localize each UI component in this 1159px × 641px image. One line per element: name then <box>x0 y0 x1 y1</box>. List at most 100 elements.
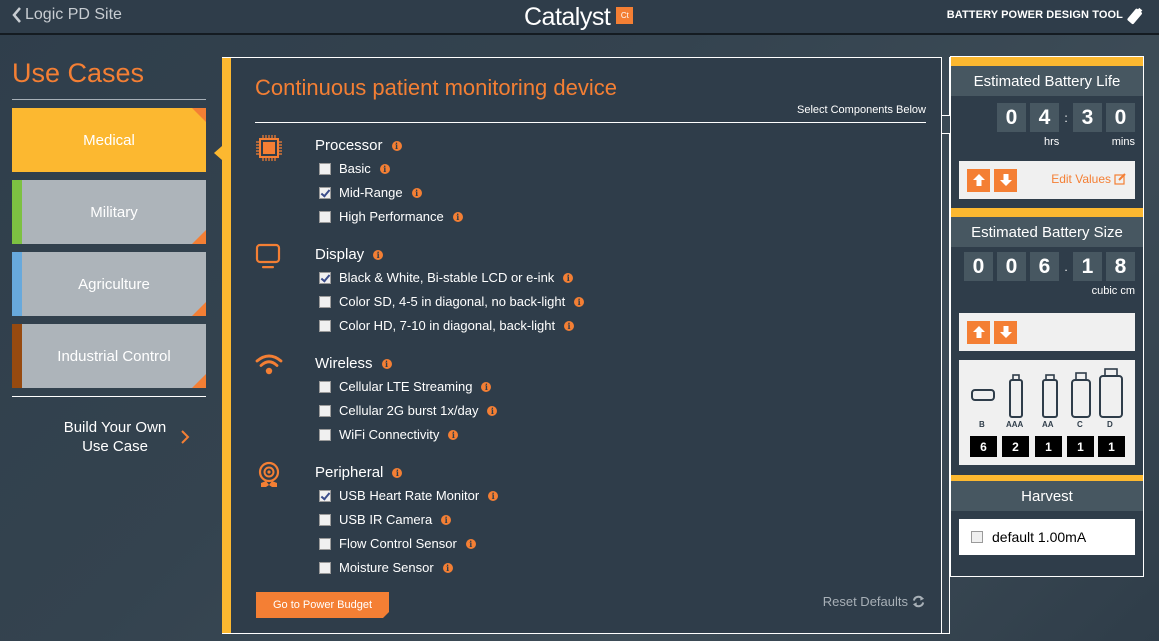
decimal-separator: . <box>1064 259 1068 274</box>
info-icon[interactable]: i <box>379 163 390 174</box>
option-color-sd[interactable]: Color SD, 4-5 in diagonal, no back-light… <box>319 294 585 309</box>
checkbox[interactable] <box>971 531 983 543</box>
option-label: Flow Control Sensor <box>339 536 457 551</box>
option-high-performance[interactable]: High Performance i <box>319 209 463 224</box>
option-label: Basic <box>339 161 371 176</box>
corner-tab <box>192 230 206 244</box>
checkbox[interactable] <box>319 537 331 550</box>
option-mid-range[interactable]: Mid-Range i <box>319 185 422 200</box>
sidebar-divider <box>12 396 206 397</box>
checkbox[interactable] <box>319 489 331 502</box>
go-to-power-budget-button[interactable]: Go to Power Budget <box>256 592 389 618</box>
checkbox[interactable] <box>319 404 331 417</box>
category-stripe <box>12 252 22 316</box>
section-display: Display i Black & White, Bi-stable LCD o… <box>255 243 905 343</box>
option-color-hd[interactable]: Color HD, 7-10 in diagonal, back-light i <box>319 318 575 333</box>
battery-size-title: Estimated Battery Size <box>951 217 1143 247</box>
checkbox[interactable] <box>319 380 331 393</box>
digit: 0 <box>1106 103 1135 132</box>
option-label: Cellular LTE Streaming <box>339 379 473 394</box>
battery-type-label: C <box>1077 420 1083 429</box>
checkbox[interactable] <box>319 295 331 308</box>
checkbox[interactable] <box>319 271 331 284</box>
sidebar-divider <box>12 99 206 100</box>
battery-aa-icon <box>1042 379 1058 418</box>
battery-aaa-icon <box>1009 379 1023 418</box>
use-case-industrial-control[interactable]: Industrial Control <box>12 324 206 388</box>
info-icon[interactable]: i <box>574 296 585 307</box>
info-icon[interactable]: i <box>391 140 402 151</box>
arrow-down-icon <box>999 326 1012 338</box>
info-icon[interactable]: i <box>487 405 498 416</box>
checkbox[interactable] <box>319 186 331 199</box>
corner-tab <box>192 108 206 122</box>
use-case-agriculture[interactable]: Agriculture <box>12 252 206 316</box>
reset-defaults-button[interactable]: Reset Defaults <box>823 594 925 609</box>
edit-values-label: Edit Values <box>1051 172 1111 186</box>
info-icon[interactable]: i <box>392 467 403 478</box>
category-stripe <box>12 324 22 388</box>
option-cellular-2g[interactable]: Cellular 2G burst 1x/day i <box>319 403 498 418</box>
tool-title: BATTERY POWER DESIGN TOOL <box>946 9 1123 21</box>
info-icon[interactable]: i <box>411 187 422 198</box>
checkbox[interactable] <box>319 561 331 574</box>
use-case-label: Industrial Control <box>57 347 171 365</box>
edit-values-link[interactable]: Edit Values <box>1051 172 1126 186</box>
checkbox[interactable] <box>319 162 331 175</box>
info-icon[interactable]: i <box>465 538 476 549</box>
checkbox[interactable] <box>319 428 331 441</box>
increase-size-button[interactable] <box>967 320 990 344</box>
use-case-medical[interactable]: Medical <box>12 108 206 172</box>
option-usb-ir-camera[interactable]: USB IR Camera i <box>319 512 452 527</box>
build-your-own-link[interactable]: Build Your Own Use Case <box>40 418 190 456</box>
decrease-size-button[interactable] <box>994 320 1017 344</box>
section-peripheral: Peripheral i USB Heart Rate Monitor i USB… <box>255 461 905 586</box>
option-usb-heart-rate[interactable]: USB Heart Rate Monitor i <box>319 488 499 503</box>
section-heading: Processor i <box>315 137 402 154</box>
option-bw-lcd[interactable]: Black & White, Bi-stable LCD or e-ink i <box>319 270 574 285</box>
info-icon[interactable]: i <box>488 490 499 501</box>
panel-accent-bar <box>222 58 231 633</box>
webcam-icon <box>258 461 280 487</box>
title-divider <box>255 122 926 123</box>
use-cases-title: Use Cases <box>12 58 145 88</box>
harvest-default-option[interactable]: default 1.00mA <box>959 519 1135 555</box>
option-label: High Performance <box>339 209 444 224</box>
checkbox[interactable] <box>319 319 331 332</box>
brand-name: Catalyst <box>524 3 611 31</box>
increase-life-button[interactable] <box>967 168 990 192</box>
checkbox[interactable] <box>319 210 331 223</box>
use-case-military[interactable]: Military <box>12 180 206 244</box>
option-moisture-sensor[interactable]: Moisture Sensor i <box>319 560 453 575</box>
use-case-label: Military <box>90 203 138 221</box>
battery-size-readout: 0 0 6 . 1 8 <box>951 252 1143 281</box>
info-icon[interactable]: i <box>441 514 452 525</box>
info-icon[interactable]: i <box>481 381 492 392</box>
use-case-label: Agriculture <box>78 275 150 293</box>
wifi-icon <box>255 354 283 375</box>
info-icon[interactable]: i <box>452 211 463 222</box>
section-title: Display <box>315 246 365 263</box>
info-icon[interactable]: i <box>381 358 392 369</box>
info-icon[interactable]: i <box>442 562 453 573</box>
back-to-logic-pd-link[interactable]: Logic PD Site <box>12 6 122 24</box>
option-flow-control[interactable]: Flow Control Sensor i <box>319 536 476 551</box>
info-icon[interactable]: i <box>373 249 384 260</box>
chevron-left-icon <box>12 7 21 23</box>
hrs-label: hrs <box>1044 136 1060 148</box>
option-basic[interactable]: Basic i <box>319 161 390 176</box>
info-icon[interactable]: i <box>564 320 575 331</box>
component-selection-panel: Continuous patient monitoring device Sel… <box>222 57 942 634</box>
harvest-option-label: default 1.00mA <box>992 529 1087 545</box>
section-title: Wireless <box>315 355 373 372</box>
decrease-life-button[interactable] <box>994 168 1017 192</box>
option-label: Mid-Range <box>339 185 403 200</box>
card-accent-bar <box>951 208 1143 217</box>
checkbox[interactable] <box>319 513 331 526</box>
info-icon[interactable]: i <box>563 272 574 283</box>
option-wifi[interactable]: WiFi Connectivity i <box>319 427 459 442</box>
info-icon[interactable]: i <box>448 429 459 440</box>
section-heading: Peripheral i <box>315 464 403 481</box>
option-cellular-lte[interactable]: Cellular LTE Streaming i <box>319 379 492 394</box>
battery-size-controls <box>959 313 1135 351</box>
